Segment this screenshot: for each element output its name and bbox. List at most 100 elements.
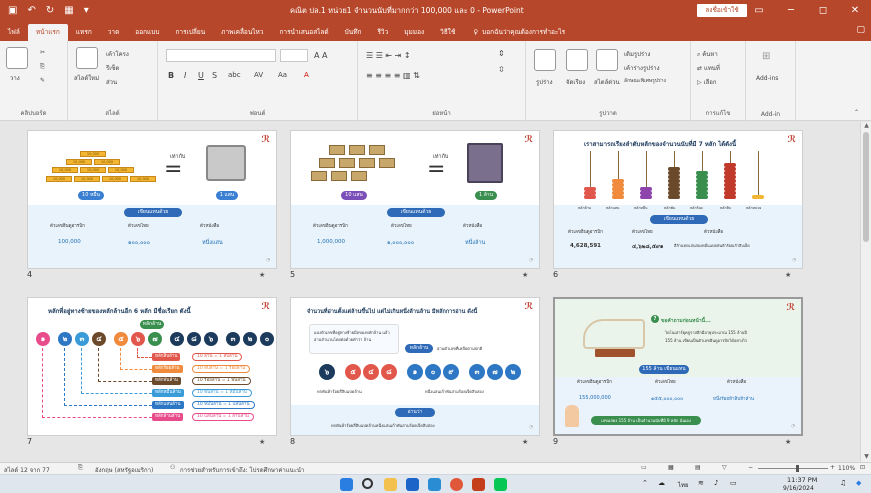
tell-me-box[interactable]: ♀ บอกฉันว่าคุณต้องการทำอะไร xyxy=(473,24,565,41)
collapse-ribbon-icon[interactable]: ⌃ xyxy=(854,109,859,116)
slide-thumbnail-4[interactable]: ℛ 10,000 10,000 10,000 10,000 10,000 10,… xyxy=(27,130,277,269)
layout-button[interactable]: เค้าโครง xyxy=(106,49,129,59)
transition-icon[interactable]: ★ xyxy=(522,271,528,279)
shape-fill-button[interactable]: เติมรูปร่าง xyxy=(624,49,650,59)
paste-icon[interactable] xyxy=(6,47,28,69)
line-icon[interactable] xyxy=(494,478,507,491)
slide-thumbnail-8[interactable]: ℛ จำนวนที่อ่านตั้งแต่ล้านขึ้นไป แต่ไม่เก… xyxy=(290,297,540,436)
present-icon[interactable]: ▦ xyxy=(64,5,73,16)
volume-icon[interactable]: ♪ xyxy=(714,479,718,487)
customize-qa-icon[interactable]: ▾ xyxy=(84,5,89,16)
new-slide-button[interactable]: สไลด์ใหม่ xyxy=(74,73,99,83)
transition-icon[interactable]: ★ xyxy=(785,271,791,279)
save-icon[interactable]: ▣ xyxy=(8,5,17,16)
shadow-button[interactable]: S xyxy=(212,71,217,80)
replace-button[interactable]: ⇄ แทนที่ xyxy=(697,63,720,73)
zoom-out-icon[interactable]: − xyxy=(748,464,753,471)
transition-icon[interactable]: ★ xyxy=(259,438,265,446)
cloud-icon[interactable]: ☁ xyxy=(658,479,665,487)
tab-home[interactable]: หน้าแรก xyxy=(27,24,68,41)
close-icon[interactable]: ✕ xyxy=(839,0,871,21)
spellcheck-icon[interactable]: ⎘ xyxy=(78,464,83,472)
slide-thumbnail-6[interactable]: ℛ เราสามารถเรียงลำดับหลักของจำนวนนับที่ม… xyxy=(553,130,803,269)
sign-in-button[interactable]: ลงชื่อเข้าใช้ xyxy=(697,4,747,17)
windows-start-icon[interactable] xyxy=(340,478,353,491)
tray-chevron-icon[interactable]: ⌃ xyxy=(642,479,648,487)
underline-button[interactable]: U xyxy=(198,71,204,80)
zoom-in-icon[interactable]: + xyxy=(830,464,835,471)
file-explorer-icon[interactable] xyxy=(384,478,397,491)
quick-styles-button[interactable]: สไตล์ด่วน xyxy=(594,77,620,87)
wifi-icon[interactable]: ≋ xyxy=(698,479,704,487)
slide-thumbnail-7[interactable]: ℛ หลักที่อยู่ทางซ้ายของหลักล้านอีก 6 หลั… xyxy=(27,297,277,436)
transition-icon[interactable]: ★ xyxy=(259,271,265,279)
edge-icon[interactable] xyxy=(428,478,441,491)
addins-button[interactable]: Add-ins xyxy=(756,75,778,82)
word-icon[interactable] xyxy=(406,478,419,491)
slide-thumbnail-5[interactable]: ℛ เท่ากับ = 10 แสน 1 ล้าน เขียนแทนด้วย ต… xyxy=(290,130,540,269)
chrome-icon[interactable] xyxy=(450,478,463,491)
arrange-button[interactable]: จัดเรียง xyxy=(566,77,585,87)
tab-view[interactable]: มุมมอง xyxy=(396,24,432,41)
undo-icon[interactable]: ↶ xyxy=(27,5,35,16)
scroll-down-icon[interactable]: ▼ xyxy=(861,453,871,462)
battery-icon[interactable]: ▭ xyxy=(730,479,737,487)
scroll-up-icon[interactable]: ▲ xyxy=(861,122,871,131)
maximize-icon[interactable]: ◻ xyxy=(807,0,839,21)
strikethrough-button[interactable]: abc xyxy=(228,71,241,79)
slide-sorter-icon[interactable]: ▦ xyxy=(668,464,674,471)
bold-button[interactable]: B xyxy=(168,71,174,80)
tab-review[interactable]: รีวิว xyxy=(369,24,396,41)
format-painter-icon[interactable]: ✎ xyxy=(40,77,45,84)
minimize-icon[interactable]: ─ xyxy=(775,0,807,21)
italic-button[interactable]: I xyxy=(184,71,186,80)
copilot-icon[interactable]: ◆ xyxy=(856,479,861,487)
tab-record[interactable]: บันทึก xyxy=(337,24,370,41)
zoom-slider[interactable] xyxy=(758,468,828,469)
tab-slideshow[interactable]: การนำเสนอสไลด์ xyxy=(271,24,336,41)
tab-file[interactable]: ไฟล์ xyxy=(0,24,28,41)
reading-view-icon[interactable]: ▤ xyxy=(695,464,701,471)
select-button[interactable]: ▷ เลือก xyxy=(697,77,717,87)
grow-font-icon[interactable]: A A xyxy=(314,51,328,60)
bullets-icon[interactable]: ☰ ☰ ⇤ ⇥ ↕ xyxy=(366,51,411,60)
tab-transitions[interactable]: การเปลี่ยน xyxy=(167,24,213,41)
zoom-slider-thumb[interactable] xyxy=(796,465,799,472)
shapes-button[interactable]: รูปร่าง xyxy=(536,77,553,87)
clock-time[interactable]: 11:37 PM xyxy=(787,476,817,484)
new-slide-icon[interactable] xyxy=(76,47,98,69)
clock-date[interactable]: 9/16/2024 xyxy=(783,485,814,492)
text-direction-icon[interactable]: ⇕ xyxy=(498,49,505,58)
tab-animations[interactable]: ภาพเคลื่อนไหว xyxy=(213,24,271,41)
tab-help[interactable]: วิธีใช้ xyxy=(432,24,463,41)
reset-button[interactable]: รีเซ็ต xyxy=(106,63,119,73)
normal-view-icon[interactable]: ▭ xyxy=(641,464,647,471)
transition-icon[interactable]: ★ xyxy=(785,438,791,446)
font-color-button[interactable]: A xyxy=(304,71,309,79)
ribbon-display-icon[interactable]: ▭ xyxy=(743,0,775,21)
cut-icon[interactable]: ✂ xyxy=(40,49,45,56)
shapes-icon[interactable] xyxy=(534,49,556,71)
slide-thumbnail-9[interactable]: ℛ ? ขอคำถามก่อนหน้านี้... ไดโนเสาร์ยุคจู… xyxy=(553,297,803,436)
change-case-button[interactable]: Aa xyxy=(278,71,287,79)
notification-bell-icon[interactable]: ♫ xyxy=(840,479,846,487)
align-text-icon[interactable]: ⇳ xyxy=(498,65,505,74)
spacing-button[interactable]: AV xyxy=(254,71,263,79)
section-button[interactable]: ส่วน xyxy=(106,77,117,87)
copy-icon[interactable]: ⎘ xyxy=(40,63,45,71)
tab-design[interactable]: ออกแบบ xyxy=(127,24,167,41)
redo-icon[interactable]: ↻ xyxy=(46,5,54,16)
align-icon[interactable]: ≡ ≡ ≡ ≡ ▥ ⇅ xyxy=(366,71,420,80)
input-language[interactable]: ไทย xyxy=(678,480,689,490)
slideshow-icon[interactable]: ▽ xyxy=(722,464,727,471)
zoom-level[interactable]: 110% xyxy=(838,465,855,472)
arrange-icon[interactable] xyxy=(566,49,588,71)
scroll-thumb[interactable] xyxy=(863,132,869,242)
font-name-select[interactable] xyxy=(166,49,276,62)
search-icon[interactable] xyxy=(362,478,373,489)
tab-draw[interactable]: วาด xyxy=(100,24,128,41)
vertical-scrollbar[interactable]: ▲ ▼ xyxy=(860,122,871,462)
addins-icon[interactable]: ⊞ xyxy=(762,51,770,62)
powerpoint-icon[interactable] xyxy=(472,478,485,491)
find-button[interactable]: ⌕ ค้นหา xyxy=(697,49,718,59)
